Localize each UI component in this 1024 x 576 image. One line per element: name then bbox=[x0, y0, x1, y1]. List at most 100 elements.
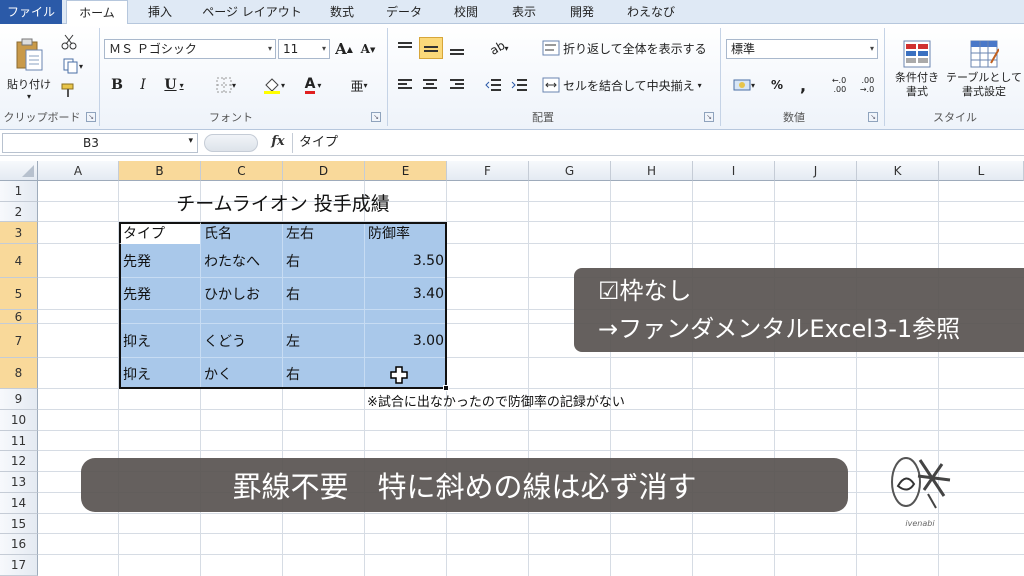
comma-style-button[interactable]: , bbox=[792, 74, 814, 96]
column-header-c[interactable]: C bbox=[201, 161, 283, 181]
format-as-table-button[interactable]: テーブルとして 書式設定 bbox=[946, 30, 1022, 108]
table-cell[interactable]: 右 bbox=[283, 278, 365, 310]
row-header-5[interactable]: 5 bbox=[0, 278, 38, 310]
tab-page-layout[interactable]: ページ レイアウト bbox=[192, 0, 312, 24]
tab-review[interactable]: 校閲 bbox=[440, 0, 492, 24]
row-header-9[interactable]: 9 bbox=[0, 389, 38, 410]
row-header-7[interactable]: 7 bbox=[0, 324, 38, 358]
table-cell[interactable]: くどう bbox=[201, 324, 283, 358]
underline-button[interactable]: U ▾ bbox=[158, 74, 190, 96]
column-header-h[interactable]: H bbox=[611, 161, 693, 181]
increase-indent-button[interactable] bbox=[508, 74, 530, 96]
header-cell-era[interactable]: 防御率 bbox=[365, 222, 447, 244]
align-right-button[interactable] bbox=[446, 74, 468, 96]
row-header-3[interactable]: 3 bbox=[0, 222, 38, 244]
align-bottom-button[interactable] bbox=[446, 37, 468, 59]
tab-view[interactable]: 表示 bbox=[498, 0, 550, 24]
table-cell[interactable]: 3.50 bbox=[365, 244, 447, 278]
header-cell-type[interactable]: タイプ bbox=[120, 222, 200, 244]
fill-color-button[interactable]: ▾ bbox=[256, 74, 292, 96]
tab-insert[interactable]: 挿入 bbox=[134, 0, 186, 24]
header-cell-name[interactable]: 氏名 bbox=[201, 222, 283, 244]
cut-button[interactable] bbox=[58, 32, 80, 52]
column-header-j[interactable]: J bbox=[775, 161, 857, 181]
italic-button[interactable]: I bbox=[133, 74, 153, 96]
insert-function-button[interactable]: fx bbox=[266, 134, 290, 152]
column-header-b[interactable]: B bbox=[119, 161, 201, 181]
align-middle-button[interactable] bbox=[419, 37, 443, 59]
select-all-corner[interactable] bbox=[0, 161, 38, 181]
number-format-combo[interactable]: 標準 ▾ bbox=[726, 39, 878, 59]
shrink-font-button[interactable]: A ▼ bbox=[358, 39, 378, 59]
column-header-a[interactable]: A bbox=[38, 161, 119, 181]
font-size-combo[interactable]: 11 ▾ bbox=[278, 39, 330, 59]
table-cell[interactable]: 3.40 bbox=[365, 278, 447, 310]
borders-button[interactable]: ▾ bbox=[208, 74, 244, 96]
font-launcher-icon[interactable]: ↘ bbox=[371, 112, 381, 122]
formula-input[interactable]: タイプ bbox=[292, 133, 1022, 153]
tab-developer[interactable]: 開発 bbox=[556, 0, 608, 24]
font-color-button[interactable]: A ▾ bbox=[296, 74, 330, 96]
column-header-i[interactable]: I bbox=[693, 161, 775, 181]
row-header-16[interactable]: 16 bbox=[0, 534, 38, 555]
table-cell[interactable]: 右 bbox=[283, 244, 365, 278]
table-cell[interactable]: 3.00 bbox=[365, 324, 447, 358]
font-name-combo[interactable]: ＭＳ Ｐゴシック ▾ bbox=[104, 39, 276, 59]
decrease-decimal-button[interactable]: .00 →.0 bbox=[854, 72, 880, 98]
table-cell[interactable]: 先発 bbox=[120, 244, 200, 278]
row-header-15[interactable]: 15 bbox=[0, 514, 38, 534]
column-header-k[interactable]: K bbox=[857, 161, 939, 181]
orientation-button[interactable]: ab ▾ bbox=[482, 37, 516, 59]
percent-button[interactable]: % bbox=[766, 74, 788, 96]
paste-button[interactable]: 貼り付け ▾ bbox=[6, 30, 52, 108]
formula-bar-grip[interactable] bbox=[204, 134, 258, 152]
conditional-format-button[interactable]: 条件付き 書式 bbox=[889, 30, 945, 108]
row-header-10[interactable]: 10 bbox=[0, 410, 38, 431]
table-cell[interactable]: 先発 bbox=[120, 278, 200, 310]
row-header-14[interactable]: 14 bbox=[0, 493, 38, 514]
grow-font-button[interactable]: A ▲ bbox=[334, 39, 354, 59]
table-cell[interactable]: 左 bbox=[283, 324, 365, 358]
table-cell[interactable]: 抑え bbox=[120, 324, 200, 358]
table-cell[interactable]: かく bbox=[201, 358, 283, 389]
column-header-f[interactable]: F bbox=[447, 161, 529, 181]
table-cell[interactable]: 右 bbox=[283, 358, 365, 389]
align-top-button[interactable] bbox=[394, 37, 416, 59]
row-header-13[interactable]: 13 bbox=[0, 472, 38, 493]
phonetic-button[interactable]: 亜 ▾ bbox=[342, 74, 376, 96]
header-cell-hand[interactable]: 左右 bbox=[283, 222, 365, 244]
number-launcher-icon[interactable]: ↘ bbox=[868, 112, 878, 122]
row-header-8[interactable]: 8 bbox=[0, 358, 38, 389]
column-header-g[interactable]: G bbox=[529, 161, 611, 181]
bold-button[interactable]: B bbox=[107, 74, 127, 96]
merge-center-button[interactable]: セルを結合して中央揃え ▾ bbox=[542, 74, 718, 96]
column-header-e[interactable]: E bbox=[365, 161, 447, 181]
row-header-1[interactable]: 1 bbox=[0, 181, 38, 202]
copy-button[interactable]: ▾ bbox=[58, 56, 88, 76]
wrap-text-button[interactable]: 折り返して全体を表示する bbox=[542, 37, 714, 59]
row-header-4[interactable]: 4 bbox=[0, 244, 38, 278]
name-box[interactable]: B3 ▾ bbox=[2, 133, 198, 153]
row-header-12[interactable]: 12 bbox=[0, 451, 38, 472]
tab-data[interactable]: データ bbox=[374, 0, 434, 24]
row-header-17[interactable]: 17 bbox=[0, 555, 38, 576]
align-left-button[interactable] bbox=[394, 74, 416, 96]
row-header-11[interactable]: 11 bbox=[0, 431, 38, 451]
row-header-2[interactable]: 2 bbox=[0, 202, 38, 222]
column-header-l[interactable]: L bbox=[939, 161, 1024, 181]
table-cell[interactable]: 抑え bbox=[120, 358, 200, 389]
column-header-d[interactable]: D bbox=[283, 161, 365, 181]
tab-home[interactable]: ホーム bbox=[66, 0, 128, 25]
row-header-6[interactable]: 6 bbox=[0, 310, 38, 324]
tab-waenabi[interactable]: わえなび bbox=[614, 0, 688, 24]
format-painter-button[interactable] bbox=[58, 80, 80, 100]
decrease-indent-button[interactable] bbox=[482, 74, 504, 96]
tab-formulas[interactable]: 数式 bbox=[316, 0, 368, 24]
clipboard-launcher-icon[interactable]: ↘ bbox=[86, 112, 96, 122]
increase-decimal-button[interactable]: ←.0 .00 bbox=[826, 72, 852, 98]
alignment-launcher-icon[interactable]: ↘ bbox=[704, 112, 714, 122]
tab-file[interactable]: ファイル bbox=[0, 0, 62, 24]
table-cell[interactable]: わたなへ bbox=[201, 244, 283, 278]
align-center-button[interactable] bbox=[419, 74, 441, 96]
table-cell[interactable]: ひかしお bbox=[201, 278, 283, 310]
